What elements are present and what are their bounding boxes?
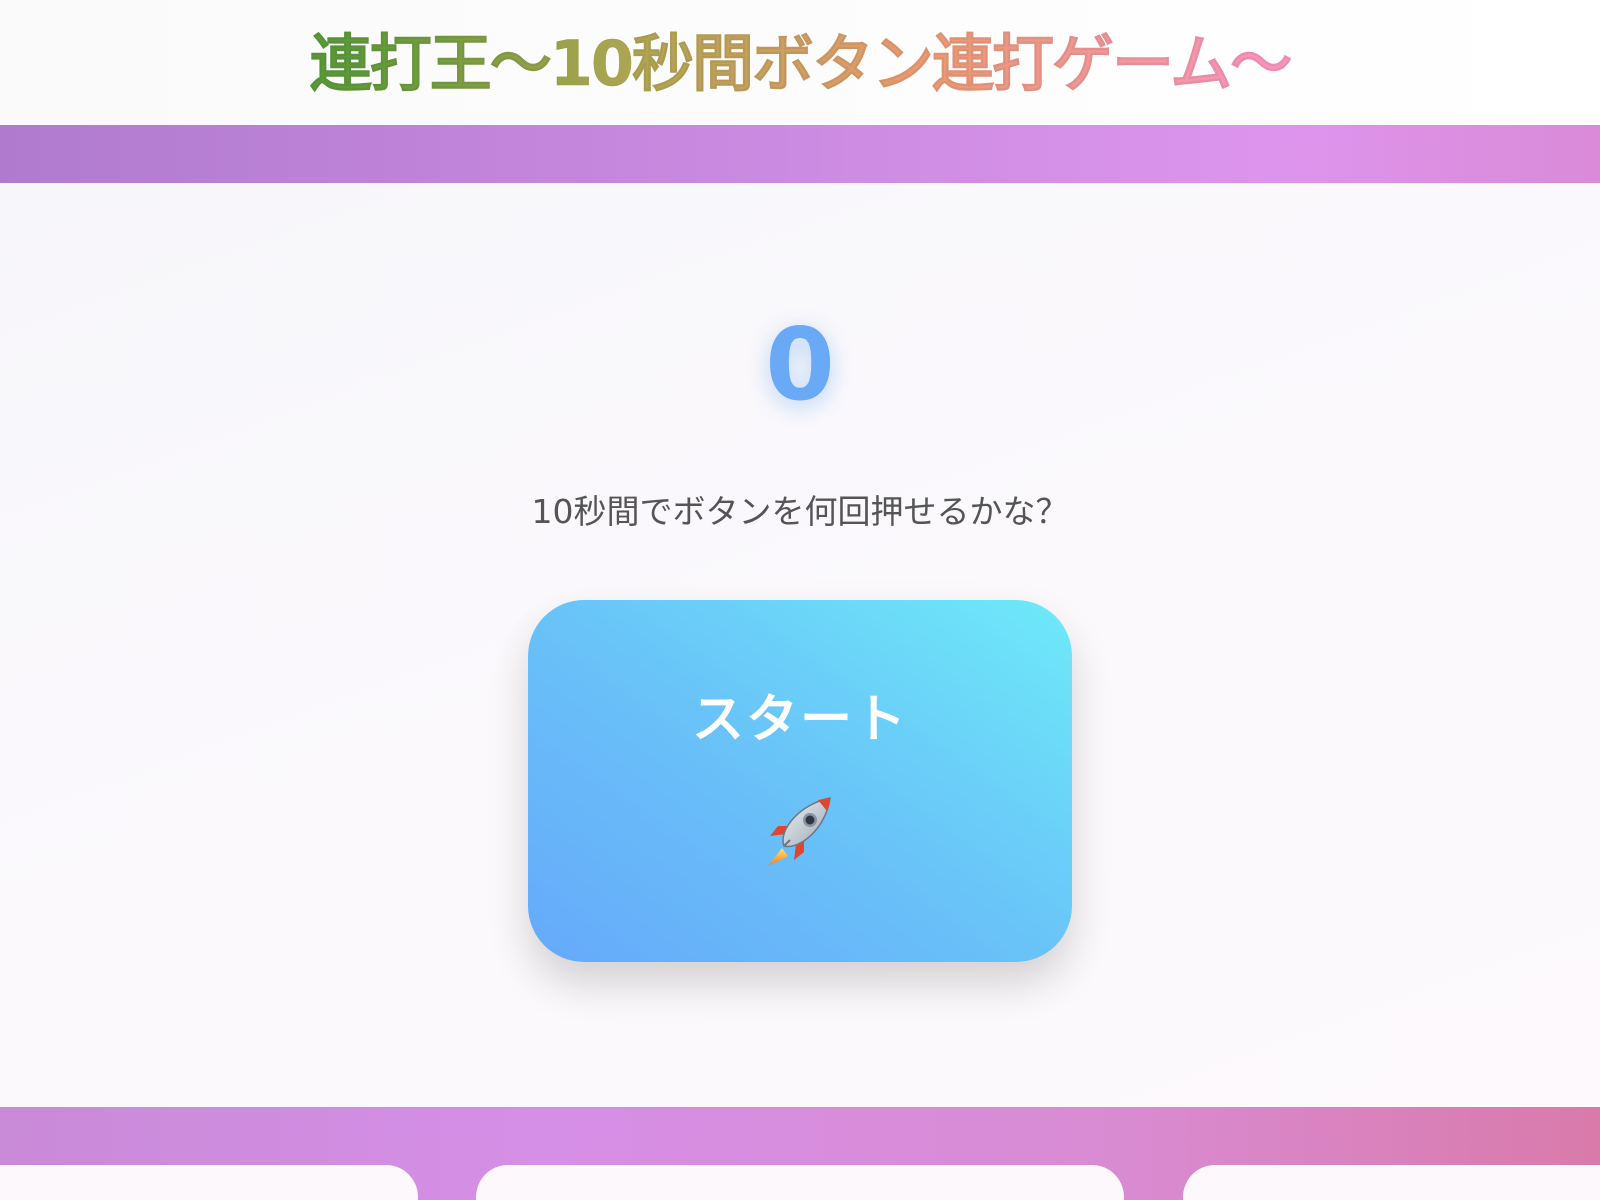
tap-counter: 0: [765, 306, 835, 423]
bottom-card-left: [0, 1165, 418, 1200]
start-button[interactable]: スタート: [528, 600, 1072, 962]
rocket-icon: [768, 797, 831, 866]
header: 連打王〜10秒間ボタン連打ゲーム〜: [0, 0, 1600, 125]
start-button-label: スタート: [691, 690, 908, 750]
top-band: [0, 125, 1600, 183]
bottom-card-right: [1183, 1165, 1600, 1200]
bottom-card-center: [476, 1165, 1124, 1200]
page-title: 連打王〜10秒間ボタン連打ゲーム〜: [0, 22, 1600, 106]
game-page: 連打王〜10秒間ボタン連打ゲーム〜 0 10秒間でボタンを何回押せるかな？ スタ…: [0, 0, 1600, 1200]
instruction-text: 10秒間でボタンを何回押せるかな？: [531, 492, 1069, 531]
